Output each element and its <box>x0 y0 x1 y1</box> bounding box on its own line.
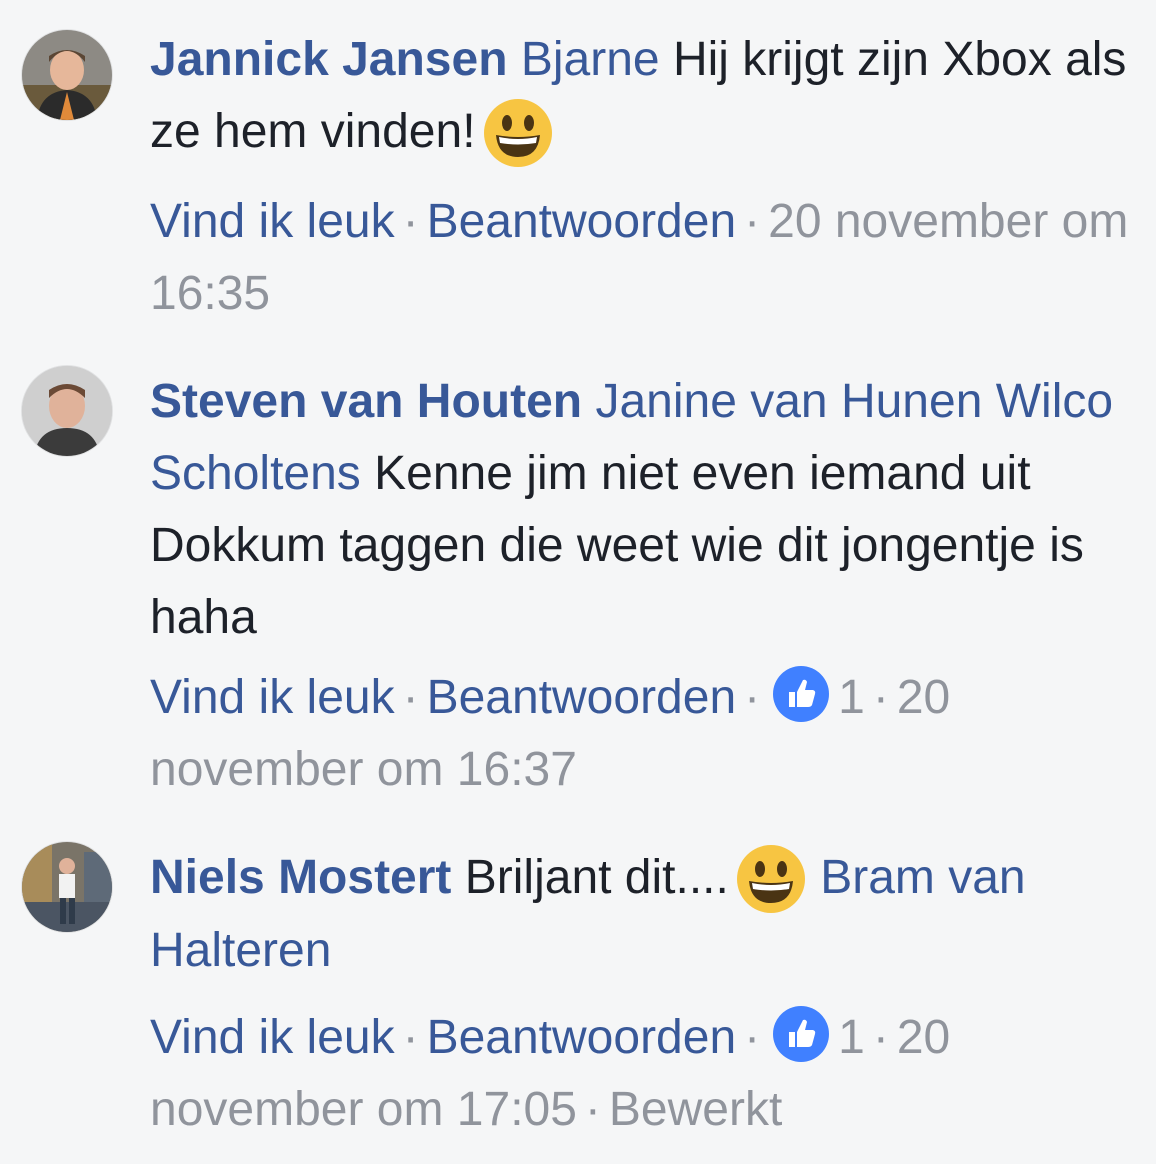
thumbs-up-icon[interactable] <box>772 665 830 723</box>
separator: · <box>402 1011 419 1064</box>
tagged-user[interactable]: Bjarne <box>521 33 660 86</box>
separator: · <box>584 1083 601 1136</box>
reply-link[interactable]: Beantwoorden <box>427 671 737 724</box>
avatar[interactable] <box>22 842 112 932</box>
reaction-count[interactable]: 1 <box>838 1011 865 1064</box>
comment-body: Steven van Houten Janine van Hunen Wilco… <box>150 366 1140 654</box>
separator: · <box>744 1011 761 1064</box>
like-link[interactable]: Vind ik leuk <box>150 1011 395 1064</box>
comment-actions: Vind ik leuk · Beantwoorden · 1 · 20 november … <box>150 662 1140 806</box>
grinning-face-emoji-icon <box>735 843 807 915</box>
avatar[interactable] <box>22 366 112 456</box>
thumbs-up-icon[interactable] <box>772 1005 830 1063</box>
separator: · <box>872 1011 889 1064</box>
comment-body: Niels Mostert Briljant dit.... Bram van … <box>150 842 1140 987</box>
reply-link[interactable]: Beantwoorden <box>427 195 737 248</box>
separator: · <box>402 195 419 248</box>
comment-author[interactable]: Steven van Houten <box>150 375 582 428</box>
reply-link[interactable]: Beantwoorden <box>427 1011 737 1064</box>
comment-actions: Vind ik leuk · Beantwoorden · 1 · 20 november … <box>150 1002 1140 1146</box>
separator: · <box>402 671 419 724</box>
comment-author[interactable]: Jannick Jansen <box>150 33 508 86</box>
comment-author[interactable]: Niels Mostert <box>150 851 451 904</box>
grinning-face-emoji-icon <box>482 97 554 169</box>
separator: · <box>744 195 761 248</box>
comment-actions: Vind ik leuk · Beantwoorden · 20 november om… <box>150 186 1140 330</box>
edited-label[interactable]: Bewerkt <box>609 1083 782 1136</box>
like-link[interactable]: Vind ik leuk <box>150 195 395 248</box>
like-link[interactable]: Vind ik leuk <box>150 671 395 724</box>
separator: · <box>744 671 761 724</box>
comment-text: Briljant dit.... <box>464 851 729 904</box>
avatar[interactable] <box>22 30 112 120</box>
comment-body: Jannick Jansen Bjarne Hij krijgt zijn Xb… <box>150 24 1140 169</box>
separator: · <box>872 671 889 724</box>
tagged-user[interactable]: Janine van Hunen <box>595 375 982 428</box>
reaction-count[interactable]: 1 <box>838 671 865 724</box>
